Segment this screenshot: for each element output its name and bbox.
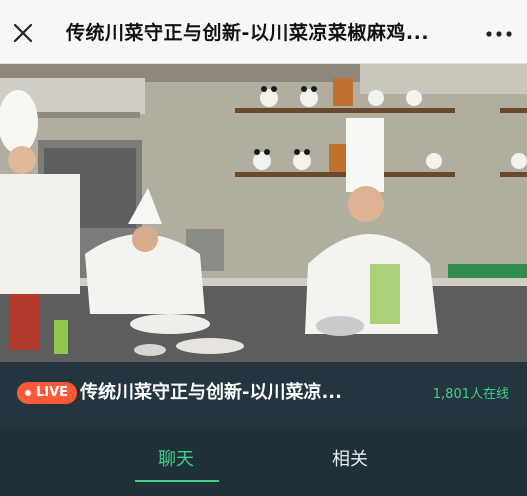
stream-title: 传统川菜守正与创新-以川菜凉... <box>80 382 342 403</box>
tab-bar: 聊天 相关 <box>0 428 527 496</box>
stream-info-bar: LIVE 传统川菜守正与创新-以川菜凉... 1,801人在线 <box>0 362 527 428</box>
tab-related[interactable]: 相关 <box>332 448 368 472</box>
page-title: 传统川菜守正与创新-以川菜凉菜椒麻鸡... <box>66 22 430 44</box>
video-player[interactable] <box>0 64 527 362</box>
top-bar: 传统川菜守正与创新-以川菜凉菜椒麻鸡... <box>0 0 527 64</box>
video-frame <box>0 64 527 362</box>
live-label: LIVE <box>36 385 69 400</box>
tab-chat[interactable]: 聊天 <box>158 448 194 472</box>
viewer-count: 1,801人在线 <box>432 387 509 402</box>
active-tab-indicator <box>135 480 219 482</box>
more-button[interactable] <box>482 26 516 40</box>
close-icon <box>13 23 33 43</box>
close-button[interactable] <box>10 20 36 46</box>
more-icon <box>486 31 512 37</box>
live-dot-icon <box>25 390 31 396</box>
live-badge: LIVE <box>17 382 78 404</box>
